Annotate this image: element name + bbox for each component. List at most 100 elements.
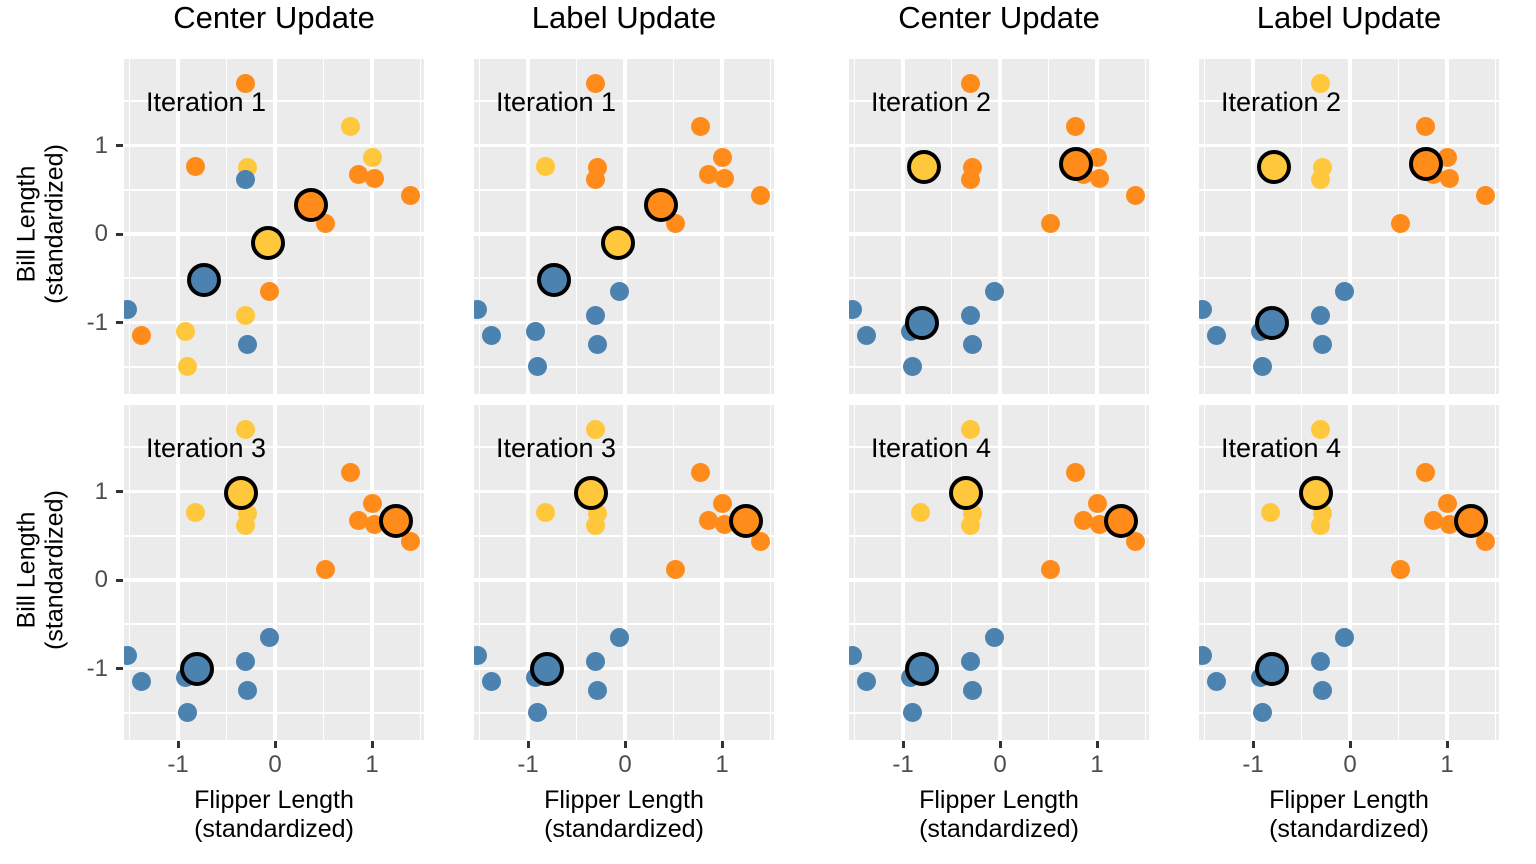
data-point-blue bbox=[849, 299, 863, 319]
data-point-orange bbox=[362, 494, 382, 514]
gridline-major-x bbox=[273, 57, 277, 394]
cluster-center-yellow bbox=[251, 225, 286, 260]
data-point-blue bbox=[238, 681, 258, 701]
gridline-minor-y bbox=[1199, 711, 1499, 714]
gridline-major-y bbox=[124, 320, 424, 325]
x-tick-mark bbox=[720, 741, 724, 748]
data-point-orange bbox=[712, 148, 732, 168]
data-point-blue bbox=[984, 628, 1004, 648]
y-axis-title-line1: Bill Length bbox=[12, 511, 40, 628]
cluster-center-blue bbox=[187, 263, 222, 298]
data-point-yellow bbox=[341, 116, 361, 136]
data-point-blue bbox=[238, 335, 258, 355]
x-axis-title-line1: Flipper Length bbox=[1269, 786, 1429, 814]
data-point-orange bbox=[1416, 116, 1436, 136]
data-point-orange bbox=[665, 559, 685, 579]
gridline-minor-x bbox=[478, 57, 481, 394]
gridline-minor-x bbox=[1144, 403, 1147, 740]
gridline-major-x bbox=[370, 403, 374, 740]
gridline-minor-x bbox=[419, 57, 422, 394]
gridline-major-y bbox=[1199, 232, 1499, 236]
data-point-blue bbox=[609, 282, 629, 302]
x-tick-label: 1 bbox=[365, 751, 379, 778]
x-axis-title-line2: (standardized) bbox=[194, 815, 354, 843]
gridline-minor-x bbox=[1494, 57, 1497, 394]
gridline-minor-y bbox=[474, 711, 774, 714]
gridline-major-x bbox=[998, 57, 1002, 394]
data-point-yellow bbox=[535, 157, 555, 177]
data-point-blue bbox=[124, 645, 138, 665]
gridline-minor-y bbox=[474, 623, 774, 626]
gridline-major-y bbox=[124, 666, 424, 671]
data-point-yellow bbox=[1311, 515, 1331, 535]
gridline-minor-y bbox=[124, 534, 424, 537]
panel-iteration-tag: Iteration 1 bbox=[496, 87, 617, 117]
column-title-3: Label Update bbox=[1256, 0, 1442, 35]
gridline-major-x bbox=[720, 57, 724, 394]
x-tick-mark bbox=[1348, 741, 1352, 748]
data-point-orange bbox=[1440, 168, 1460, 188]
y-axis-title-line1: Bill Length bbox=[12, 165, 40, 282]
data-point-orange bbox=[1390, 213, 1410, 233]
data-point-orange bbox=[1087, 494, 1107, 514]
gridline-major-y bbox=[474, 666, 774, 671]
x-tick-mark bbox=[901, 741, 905, 748]
gridline-minor-x bbox=[1203, 403, 1206, 740]
x-tick-mark bbox=[273, 741, 277, 748]
gridline-major-y bbox=[849, 320, 1149, 325]
column-title-1: Label Update bbox=[531, 0, 717, 35]
gridline-major-x bbox=[623, 403, 627, 740]
gridline-minor-y bbox=[1199, 188, 1499, 191]
y-tick-mark bbox=[116, 144, 123, 147]
gridline-major-y bbox=[124, 57, 424, 59]
panel-iteration-tag: Iteration 4 bbox=[871, 433, 992, 463]
gridline-minor-y bbox=[849, 365, 1149, 368]
data-point-blue bbox=[178, 703, 198, 723]
gridline-major-y bbox=[849, 403, 1149, 405]
gridline-major-y bbox=[1199, 403, 1499, 405]
data-point-blue bbox=[963, 335, 983, 355]
gridline-major-x bbox=[998, 403, 1002, 740]
gridline-major-y bbox=[849, 489, 1149, 494]
panel-iteration-tag: Iteration 3 bbox=[146, 433, 267, 463]
data-point-orange bbox=[185, 157, 205, 177]
data-point-blue bbox=[609, 628, 629, 648]
panel-iteration-tag: Iteration 1 bbox=[146, 87, 267, 117]
gridline-minor-y bbox=[474, 365, 774, 368]
gridline-minor-y bbox=[849, 623, 1149, 626]
cluster-center-blue bbox=[1255, 651, 1290, 686]
data-point-blue bbox=[526, 321, 546, 341]
gridline-minor-x bbox=[128, 57, 131, 394]
gridline-minor-x bbox=[478, 403, 481, 740]
cluster-center-yellow bbox=[1257, 149, 1292, 184]
gridline-minor-x bbox=[1144, 57, 1147, 394]
panel-iteration-4-label-update: Iteration 4 bbox=[1199, 403, 1499, 740]
cluster-center-orange bbox=[379, 503, 414, 538]
data-point-blue bbox=[903, 703, 923, 723]
y-tick-label: 1 bbox=[94, 477, 108, 505]
cluster-center-blue bbox=[180, 651, 215, 686]
gridline-minor-x bbox=[853, 57, 856, 394]
data-point-blue bbox=[963, 681, 983, 701]
y-tick-mark bbox=[116, 490, 123, 493]
data-point-blue bbox=[1199, 645, 1213, 665]
data-point-orange bbox=[961, 169, 981, 189]
gridline-minor-y bbox=[124, 277, 424, 280]
gridline-major-y bbox=[849, 578, 1149, 582]
panel-iteration-tag: Iteration 2 bbox=[871, 87, 992, 117]
y-tick-label: 0 bbox=[94, 220, 108, 247]
data-point-blue bbox=[474, 645, 488, 665]
cluster-center-orange bbox=[1454, 503, 1489, 538]
x-axis-title-line2: (standardized) bbox=[919, 815, 1079, 843]
data-point-yellow bbox=[176, 321, 196, 341]
data-point-orange bbox=[586, 169, 606, 189]
data-point-yellow bbox=[362, 148, 382, 168]
data-point-blue bbox=[236, 169, 256, 189]
gridline-major-x bbox=[1445, 57, 1449, 394]
y-tick-label: -1 bbox=[86, 654, 108, 682]
cluster-center-orange bbox=[293, 187, 328, 222]
data-point-orange bbox=[1090, 168, 1110, 188]
gridline-minor-y bbox=[124, 365, 424, 368]
data-point-orange bbox=[712, 494, 732, 514]
data-point-blue bbox=[528, 703, 548, 723]
